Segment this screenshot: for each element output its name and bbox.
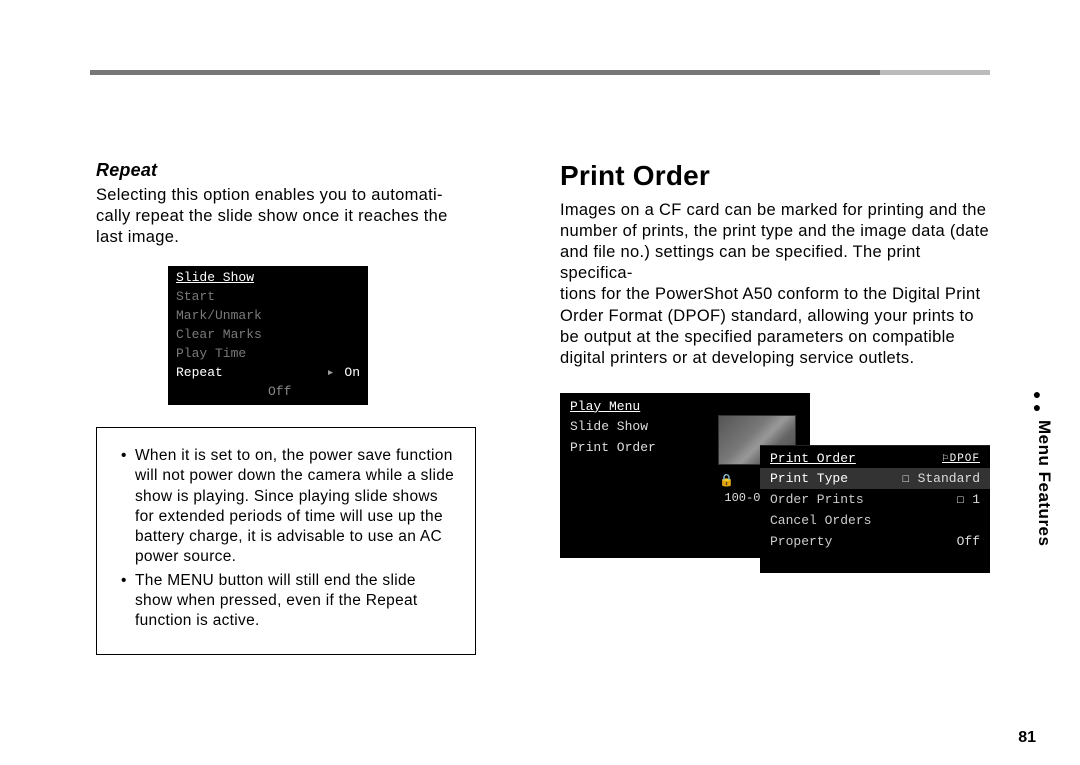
note-item: The MENU button will still end the slide…	[121, 571, 455, 631]
section-label: Menu Features	[1034, 420, 1054, 546]
right-column: Print Order Images on a CF card can be m…	[560, 160, 990, 573]
lcd-row: Print Type ☐ Standard	[760, 468, 990, 489]
lcd-other-value: Off	[168, 382, 368, 405]
lcd-row-value: ☐ 1	[957, 492, 980, 507]
lcd-row-label: Print Type	[770, 471, 848, 486]
repeat-paragraph: Selecting this option enables you to aut…	[96, 185, 476, 248]
lcd-row: Order Prints ☐ 1	[760, 489, 990, 510]
repeat-heading: Repeat	[96, 160, 476, 181]
lcd-active-label: Repeat	[176, 365, 317, 380]
lock-icon: 🔒	[719, 473, 734, 488]
lcd-row: Cancel Orders	[760, 510, 990, 531]
print-order-heading: Print Order	[560, 160, 990, 192]
left-column: Repeat Selecting this option enables you…	[96, 160, 476, 655]
lcd-item: Play Time	[168, 344, 368, 363]
lcd-row-value: ☐ Standard	[902, 471, 980, 486]
lcd-item: Start	[168, 287, 368, 306]
lcd-row-label: Order Prints	[770, 492, 864, 507]
lcd-item: Mark/Unmark	[168, 306, 368, 325]
print-order-screenshots: Play Menu Slide Show Print Order 🔒 100-0…	[560, 393, 990, 573]
slide-show-menu-screenshot: Slide Show Start Mark/Unmark Clear Marks…	[168, 266, 368, 405]
lcd-row-label: Property	[770, 534, 832, 549]
print-order-paragraph: Images on a CF card can be marked for pr…	[560, 200, 990, 369]
lcd-title: Print Order	[770, 451, 856, 466]
print-order-submenu-screenshot: Print Order ⚐DPOF Print Type ☐ Standard …	[760, 445, 990, 573]
side-indicator-dots: ●●	[1030, 388, 1044, 414]
dpof-badge: ⚐DPOF	[942, 451, 980, 466]
lcd-active-value: On	[344, 365, 360, 380]
note-box: When it is set to on, the power save fun…	[96, 427, 476, 654]
lcd-title: Slide Show	[168, 266, 368, 287]
lcd-row-value: Off	[957, 534, 980, 549]
lcd-title: Play Menu	[560, 393, 810, 416]
note-item: When it is set to on, the power save fun…	[121, 446, 455, 567]
lcd-row-label: Cancel Orders	[770, 513, 871, 528]
lcd-item: Clear Marks	[168, 325, 368, 344]
lcd-row: Property Off	[760, 531, 990, 552]
page-number: 81	[1018, 729, 1036, 747]
header-rule	[90, 70, 990, 75]
chevron-right-icon: ▸	[327, 365, 335, 380]
lcd-active-row: Repeat ▸ On	[168, 363, 368, 382]
